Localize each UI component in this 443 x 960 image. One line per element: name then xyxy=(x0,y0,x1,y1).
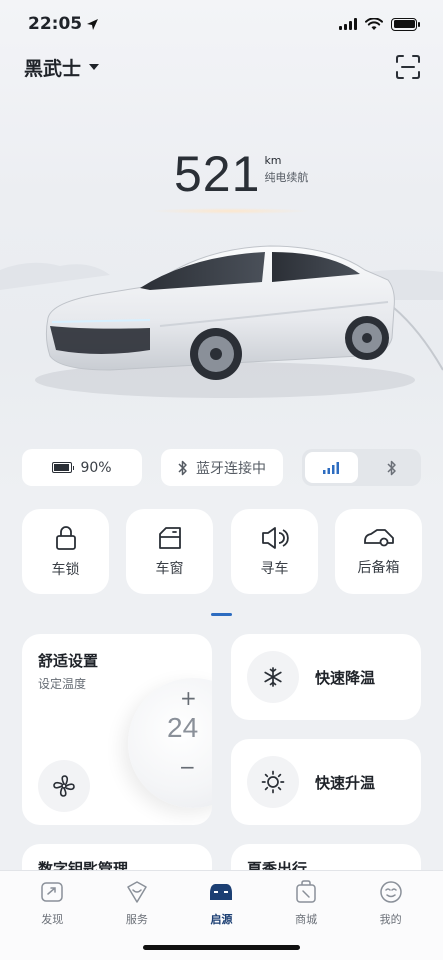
horn-icon xyxy=(261,526,289,549)
battery-status-icon xyxy=(391,17,420,31)
lock-button[interactable]: 车锁 xyxy=(22,509,109,594)
comfort-settings-card[interactable]: 舒适设置 设定温度 + 24 − xyxy=(22,634,212,825)
discover-icon xyxy=(41,882,64,902)
scan-icon xyxy=(396,55,420,79)
scan-button[interactable] xyxy=(395,54,421,80)
battery-pill[interactable]: 90% xyxy=(22,449,142,486)
temperature-value: 24 xyxy=(167,712,199,743)
tab-discover[interactable]: 发现 xyxy=(22,879,82,927)
status-time: 22:05 xyxy=(28,14,99,34)
trunk-label: 后备箱 xyxy=(357,559,400,576)
quick-heat-button[interactable]: 快速升温 xyxy=(231,739,421,825)
lock-label: 车锁 xyxy=(51,561,80,578)
battery-percent: 90% xyxy=(80,459,112,476)
network-mode-button[interactable] xyxy=(305,452,358,483)
location-arrow-icon xyxy=(87,18,99,30)
wifi-icon xyxy=(365,17,383,30)
quick-cool-icon-wrap xyxy=(247,651,299,703)
find-car-label: 寻车 xyxy=(260,560,289,577)
bluetooth-mode-button[interactable] xyxy=(366,452,419,483)
home-indicator[interactable] xyxy=(143,945,300,950)
temperature-increase-button[interactable]: + xyxy=(180,686,197,710)
bluetooth-status: 蓝牙连接中 xyxy=(196,460,266,477)
network-signal-icon xyxy=(323,461,340,474)
trunk-button[interactable]: 后备箱 xyxy=(335,509,422,594)
tab-mall[interactable]: 商城 xyxy=(276,879,336,927)
battery-icon xyxy=(52,462,75,473)
quick-cool-label: 快速降温 xyxy=(315,668,376,687)
sun-icon xyxy=(261,770,285,794)
window-label: 车窗 xyxy=(155,560,184,577)
tab-service-label: 服务 xyxy=(125,913,148,926)
connection-toggle xyxy=(302,449,421,486)
tab-qiyuan[interactable]: 启源 xyxy=(191,879,251,927)
page-indicator xyxy=(211,613,232,616)
range-value: 521 xyxy=(174,146,261,202)
tab-qiyuan-label: 启源 xyxy=(210,913,233,926)
window-button[interactable]: 车窗 xyxy=(126,509,213,594)
mall-icon xyxy=(296,880,316,903)
tab-mall-label: 商城 xyxy=(295,913,318,926)
service-icon xyxy=(127,881,147,903)
tab-service[interactable]: 服务 xyxy=(107,879,167,927)
bluetooth-icon xyxy=(178,460,187,475)
temperature-decrease-button[interactable]: − xyxy=(179,755,196,779)
bluetooth-pill[interactable]: 蓝牙连接中 xyxy=(161,449,283,486)
range-label: 纯电续航 xyxy=(264,171,309,184)
car-tab-icon xyxy=(210,884,233,900)
range-meta: km 纯电续航 xyxy=(264,148,308,185)
status-indicators xyxy=(339,17,420,31)
window-icon xyxy=(158,526,181,549)
caret-down-icon xyxy=(89,64,100,70)
find-car-button[interactable]: 寻车 xyxy=(231,509,318,594)
range-glow xyxy=(150,208,310,214)
quick-cool-button[interactable]: 快速降温 xyxy=(231,634,421,720)
range-unit: km xyxy=(264,154,282,167)
quick-heat-icon-wrap xyxy=(247,756,299,808)
time-text: 22:05 xyxy=(28,14,83,34)
lock-icon xyxy=(55,525,76,550)
snowflake-icon xyxy=(264,667,282,687)
vehicle-selector[interactable]: 黑武士 xyxy=(24,54,100,81)
trunk-icon xyxy=(363,528,394,546)
header: 黑武士 xyxy=(24,52,421,82)
tab-me[interactable]: 我的 xyxy=(361,879,421,927)
range-display: 521 km 纯电续航 xyxy=(174,148,308,200)
cellular-signal-icon xyxy=(339,18,357,30)
vehicle-name-text: 黑武士 xyxy=(24,57,82,80)
tab-discover-label: 发现 xyxy=(41,913,64,926)
comfort-title: 舒适设置 xyxy=(38,652,99,670)
fan-button[interactable] xyxy=(38,760,90,812)
profile-icon xyxy=(379,881,402,903)
bluetooth-icon xyxy=(387,460,396,475)
status-bar: 22:05 xyxy=(0,0,443,48)
quick-heat-label: 快速升温 xyxy=(315,773,376,792)
car-image xyxy=(0,230,443,420)
fan-icon xyxy=(53,775,75,797)
tab-me-label: 我的 xyxy=(379,913,402,926)
comfort-subtitle: 设定温度 xyxy=(38,677,87,691)
